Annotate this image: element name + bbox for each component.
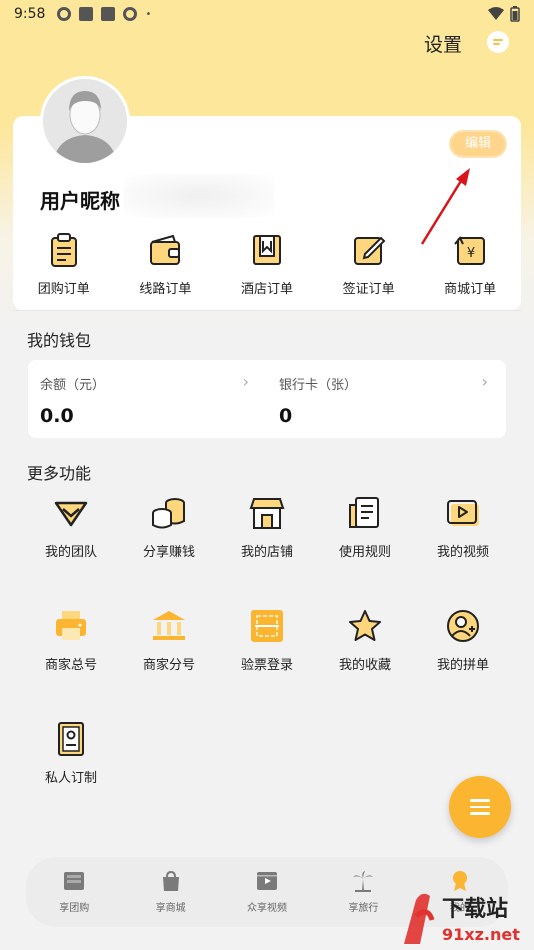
tab-group-buy[interactable]: 享团购 [26,857,122,927]
func-merchant-branch[interactable]: 商家分号 [120,608,218,721]
order-shortcuts: 团购订单 线路订单 酒店订单 签证订单 ¥ 商城订单 [13,232,521,302]
func-share-earn[interactable]: 分享赚钱 [120,495,218,608]
battery-icon [510,6,520,22]
printer-icon [56,611,86,640]
divider [13,310,521,311]
chevron-right-icon: › [242,372,249,391]
func-my-video[interactable]: 我的视频 [414,495,512,608]
order-item-route[interactable]: 线路订单 [115,232,217,302]
more-title: 更多功能 [27,464,92,483]
palm-tree-icon [353,871,374,892]
order-item-visa[interactable]: 签证订单 [318,232,420,302]
order-label: 酒店订单 [240,282,293,297]
floating-menu-button[interactable] [449,776,511,838]
shop-icon [64,872,85,890]
app-notification-icon [101,7,116,21]
func-label: 我的拼单 [436,658,489,673]
func-label: 商家总号 [44,658,97,673]
bank-card-label: 银行卡（张） [279,378,358,393]
shopping-bag-icon [162,870,179,891]
order-item-hotel[interactable]: 酒店订单 [216,232,318,302]
balance-label: 余额（元） [40,378,106,393]
func-favorites[interactable]: 我的收藏 [316,608,414,721]
order-label: 线路订单 [139,282,192,297]
balance-value: 0.0 [40,405,74,427]
tab-travel[interactable]: 享旅行 [315,857,411,927]
hotel-icon [252,235,281,265]
func-group-orders[interactable]: 我的拼单 [414,608,512,721]
menu-line [470,812,490,815]
qr-scan-icon [251,610,283,642]
svg-text:¥: ¥ [467,246,475,261]
bank-icon [153,611,185,640]
func-label: 我的店铺 [240,545,293,560]
settings-button[interactable]: 设置 [424,30,462,57]
wallet-icon [150,234,181,265]
more-notifications-dot-icon: • [145,8,152,20]
wallet-card: 余额（元） 0.0 › 银行卡（张） 0 › [28,360,506,438]
order-item-mall[interactable]: ¥ 商城订单 [419,232,521,302]
func-label: 验票登录 [240,658,293,673]
coins-icon [152,498,185,529]
order-item-group[interactable]: 团购订单 [13,232,115,302]
watermark-logo-icon: 下载站 91xz.net [404,893,520,944]
status-bar: 9:58 • [0,0,534,28]
menu-line [470,805,490,809]
func-my-team[interactable]: 我的团队 [22,495,120,608]
more-functions-grid: 我的团队 分享赚钱 我的店铺 使用规则 我的视频 商家总号 商家分号 验票登录 … [22,495,512,834]
id-book-icon [58,722,84,756]
func-private-custom[interactable]: 私人订制 [22,721,120,834]
wifi-icon [488,7,504,20]
tab-mall[interactable]: 享商城 [122,857,218,927]
app-notification-icon [57,7,72,21]
edit-profile-button[interactable]: 编辑 [449,130,507,158]
wallet-title: 我的钱包 [27,331,92,350]
diamond-icon [54,501,88,527]
func-merchant-main[interactable]: 商家总号 [22,608,120,721]
bank-card-cell[interactable]: 银行卡（张） 0 › [267,360,506,438]
func-rules[interactable]: 使用规则 [316,495,414,608]
func-label: 商家分号 [142,658,195,673]
yen-refresh-icon: ¥ [454,236,486,265]
func-label: 私人订制 [44,771,97,786]
clipboard-list-icon [50,233,77,267]
func-label: 我的视频 [436,545,489,560]
app-notification-icon [79,7,94,21]
func-label: 我的收藏 [338,658,391,673]
func-label: 分享赚钱 [142,545,195,560]
func-label: 我的团队 [44,545,97,560]
order-label: 商城订单 [444,282,497,297]
tab-label: 享商城 [155,903,186,914]
watermark-text: 下载站 [442,896,508,922]
func-label: 使用规则 [338,545,391,560]
menu-line [470,799,490,802]
balance-cell[interactable]: 余额（元） 0.0 › [28,360,267,438]
app-notification-icon [123,7,138,21]
nickname: 用户昵称 [40,189,120,213]
user-add-icon [447,610,479,642]
watermark-url: 91xz.net [442,925,520,944]
blurred-user-info [124,174,274,218]
chevron-right-icon: › [481,372,488,391]
order-label: 团购订单 [37,282,90,297]
document-icon [349,497,379,528]
func-my-store[interactable]: 我的店铺 [218,495,316,608]
status-time: 9:58 [14,6,46,22]
film-icon [257,872,278,890]
func-ticket-login[interactable]: 验票登录 [218,608,316,721]
tab-label: 众享视频 [247,903,288,914]
avatar[interactable] [40,76,130,166]
tab-label: 享团购 [59,903,90,914]
play-icon [447,500,479,526]
bank-card-value: 0 [279,405,293,427]
order-label: 签证订单 [342,282,395,297]
pen-edit-icon [353,236,385,265]
tab-video[interactable]: 众享视频 [219,857,315,927]
store-icon [249,498,285,529]
tab-label: 享旅行 [348,903,379,914]
message-icon[interactable] [486,30,510,58]
star-icon [349,610,381,641]
